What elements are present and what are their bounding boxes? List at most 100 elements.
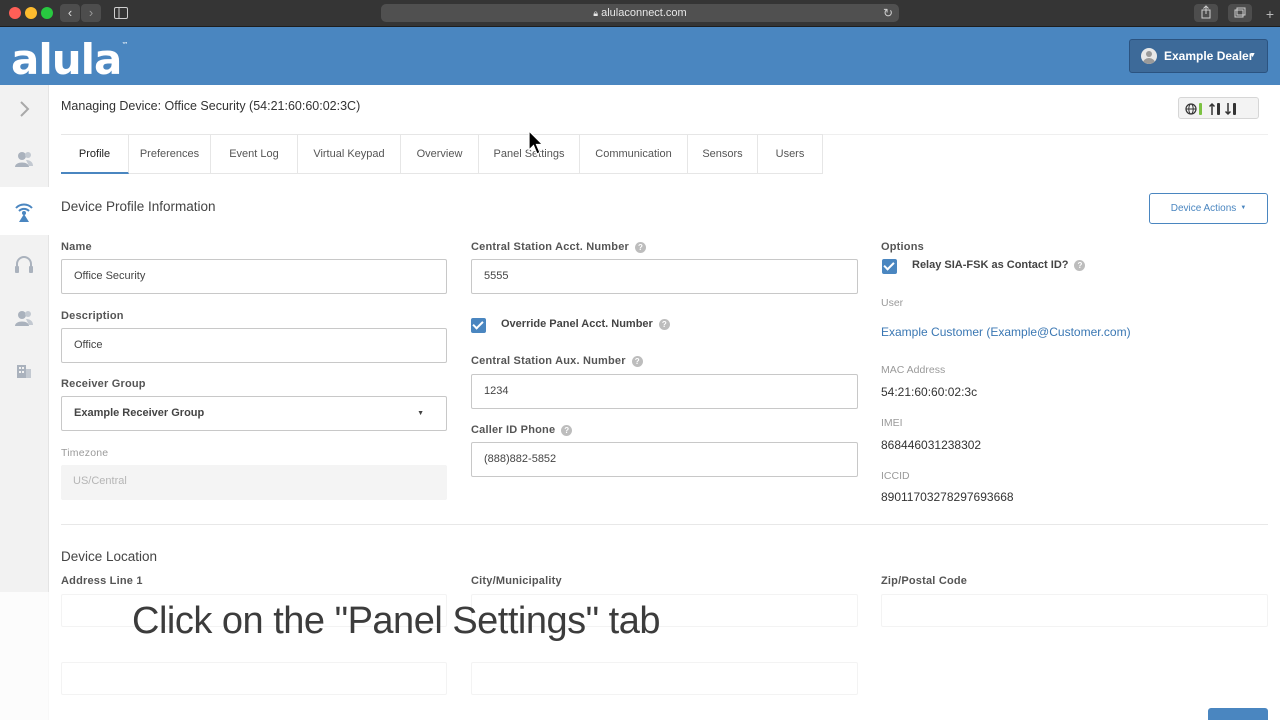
alula-logo[interactable]: alula™ — [11, 35, 128, 84]
override-label-text: Override Panel Acct. Number — [501, 318, 653, 330]
tab-users[interactable]: Users — [758, 135, 823, 174]
cs-acct-label: Central Station Acct. Number? — [471, 241, 646, 253]
receiver-group-label: Receiver Group — [61, 378, 146, 390]
tab-sensors[interactable]: Sensors — [688, 135, 758, 174]
help-icon[interactable]: ? — [1074, 260, 1086, 271]
help-icon[interactable]: ? — [561, 425, 573, 436]
headset-icon — [15, 256, 33, 273]
browser-toolbar: ‹ › 🔒︎ alulaconnect.com ↻ + — [0, 0, 1280, 27]
cs-aux-label: Central Station Aux. Number? — [471, 355, 643, 367]
cs-aux-label-text: Central Station Aux. Number — [471, 355, 626, 367]
logo-trademark: ™ — [121, 41, 128, 49]
share-icon — [1201, 5, 1211, 19]
url-text: alulaconnect.com — [601, 7, 687, 19]
minimize-window-button[interactable] — [25, 7, 37, 19]
cs-aux-field[interactable]: 1234 — [471, 374, 858, 409]
tab-divider — [823, 134, 1268, 135]
device-actions-label: Device Actions — [1170, 203, 1237, 215]
description-field[interactable]: Office — [61, 328, 447, 363]
tab-overview[interactable]: Overview — [401, 135, 479, 174]
caret-down-icon: ▼ — [1240, 205, 1247, 211]
sidebar-item-devices[interactable] — [0, 187, 49, 235]
receiver-group-select[interactable]: Example Receiver Group ▼ — [61, 396, 447, 431]
tab-virtual-keypad[interactable]: Virtual Keypad — [298, 135, 401, 174]
help-icon[interactable]: ? — [631, 356, 643, 367]
tab-profile[interactable]: Profile — [61, 135, 129, 174]
user-menu-button[interactable]: Example Dealer ▼ — [1129, 39, 1268, 73]
cs-acct-label-text: Central Station Acct. Number — [471, 241, 629, 253]
receiver-group-value: Example Receiver Group — [74, 407, 205, 419]
back-button[interactable]: ‹ — [60, 4, 80, 22]
tab-preferences[interactable]: Preferences — [129, 135, 211, 174]
sidebar-item-users[interactable] — [0, 135, 49, 183]
sidebar-item-contacts[interactable] — [0, 294, 49, 342]
zip-label: Zip/Postal Code — [881, 575, 968, 587]
tab-communication[interactable]: Communication — [580, 135, 688, 174]
logo-text: alula — [11, 35, 122, 84]
sidebar-expand-button[interactable] — [0, 85, 49, 133]
caret-down-icon: ▼ — [1249, 52, 1256, 59]
timezone-field: US/Central — [61, 465, 447, 500]
sidebar-item-support[interactable] — [0, 241, 49, 289]
building-icon — [17, 365, 31, 378]
iccid-label: ICCID — [881, 470, 910, 482]
help-icon[interactable]: ? — [635, 242, 646, 253]
caller-id-label: Caller ID Phone? — [471, 424, 573, 436]
tabs-icon — [1234, 7, 1246, 18]
address1-label: Address Line 1 — [61, 575, 143, 587]
signal-status-icon — [1185, 102, 1236, 116]
relay-sia-fsk-checkbox[interactable] — [882, 259, 897, 274]
imei-value: 868446031238302 — [881, 438, 982, 452]
options-label: Options — [881, 241, 924, 253]
section-title-profile: Device Profile Information — [61, 199, 216, 214]
new-tab-button[interactable]: + — [1262, 6, 1278, 22]
device-actions-button[interactable]: Device Actions ▼ — [1149, 193, 1268, 224]
zoom-window-button[interactable] — [41, 7, 53, 19]
reload-icon[interactable]: ↻ — [883, 4, 893, 22]
sidebar-toggle-button[interactable] — [110, 4, 132, 22]
users-icon — [15, 152, 33, 167]
save-button[interactable] — [1208, 708, 1268, 720]
mouse-cursor-icon — [528, 130, 544, 155]
imei-label: IMEI — [881, 417, 903, 429]
address-bar[interactable]: 🔒︎ alulaconnect.com ↻ — [381, 4, 899, 22]
override-panel-acct-checkbox[interactable] — [471, 318, 486, 333]
mac-label: MAC Address — [881, 364, 946, 376]
cs-acct-field[interactable]: 5555 — [471, 259, 858, 294]
city-label: City/Municipality — [471, 575, 562, 587]
tutorial-caption: Click on the "Panel Settings" tab — [132, 600, 661, 642]
tab-event-log[interactable]: Event Log — [211, 135, 298, 174]
sidebar-item-companies[interactable] — [0, 347, 49, 395]
chevron-right-icon: › — [88, 5, 94, 20]
app-header: alula™ Example Dealer ▼ — [0, 27, 1280, 85]
help-icon[interactable]: ? — [658, 319, 670, 330]
user-group-icon — [15, 311, 33, 326]
relay-label-text: Relay SIA-FSK as Contact ID? — [912, 259, 1069, 271]
lock-icon: 🔒︎ — [593, 8, 599, 18]
share-button[interactable] — [1194, 4, 1218, 22]
user-menu-label: Example Dealer — [1164, 49, 1254, 63]
chevron-left-icon: ‹ — [67, 5, 73, 20]
iccid-value: 89011703278297693668 — [881, 490, 1014, 504]
name-label: Name — [61, 241, 92, 253]
caller-id-label-text: Caller ID Phone — [471, 424, 556, 436]
caller-id-field[interactable]: (888)882-5852 — [471, 442, 858, 477]
device-tabs: Profile Preferences Event Log Virtual Ke… — [61, 134, 823, 174]
connection-status-indicator[interactable] — [1178, 97, 1259, 119]
relay-sia-fsk-label: Relay SIA-FSK as Contact ID?? — [912, 259, 1086, 271]
user-link[interactable]: Example Customer (Example@Customer.com) — [881, 325, 1131, 339]
tab-overview-button[interactable] — [1228, 4, 1252, 22]
page-title: Managing Device: Office Security (54:21:… — [61, 99, 361, 113]
timezone-label: Timezone — [61, 447, 109, 459]
override-panel-acct-label: Override Panel Acct. Number? — [501, 318, 670, 330]
forward-button[interactable]: › — [81, 4, 101, 22]
avatar-icon — [1141, 48, 1157, 64]
sidebar-icon — [114, 7, 128, 19]
mac-value: 54:21:60:60:02:3c — [881, 385, 978, 399]
name-field[interactable]: Office Security — [61, 259, 447, 294]
antenna-icon — [15, 203, 33, 222]
user-label: User — [881, 297, 904, 309]
close-window-button[interactable] — [9, 7, 21, 19]
section-divider — [61, 524, 1268, 525]
section-title-location: Device Location — [61, 549, 158, 564]
